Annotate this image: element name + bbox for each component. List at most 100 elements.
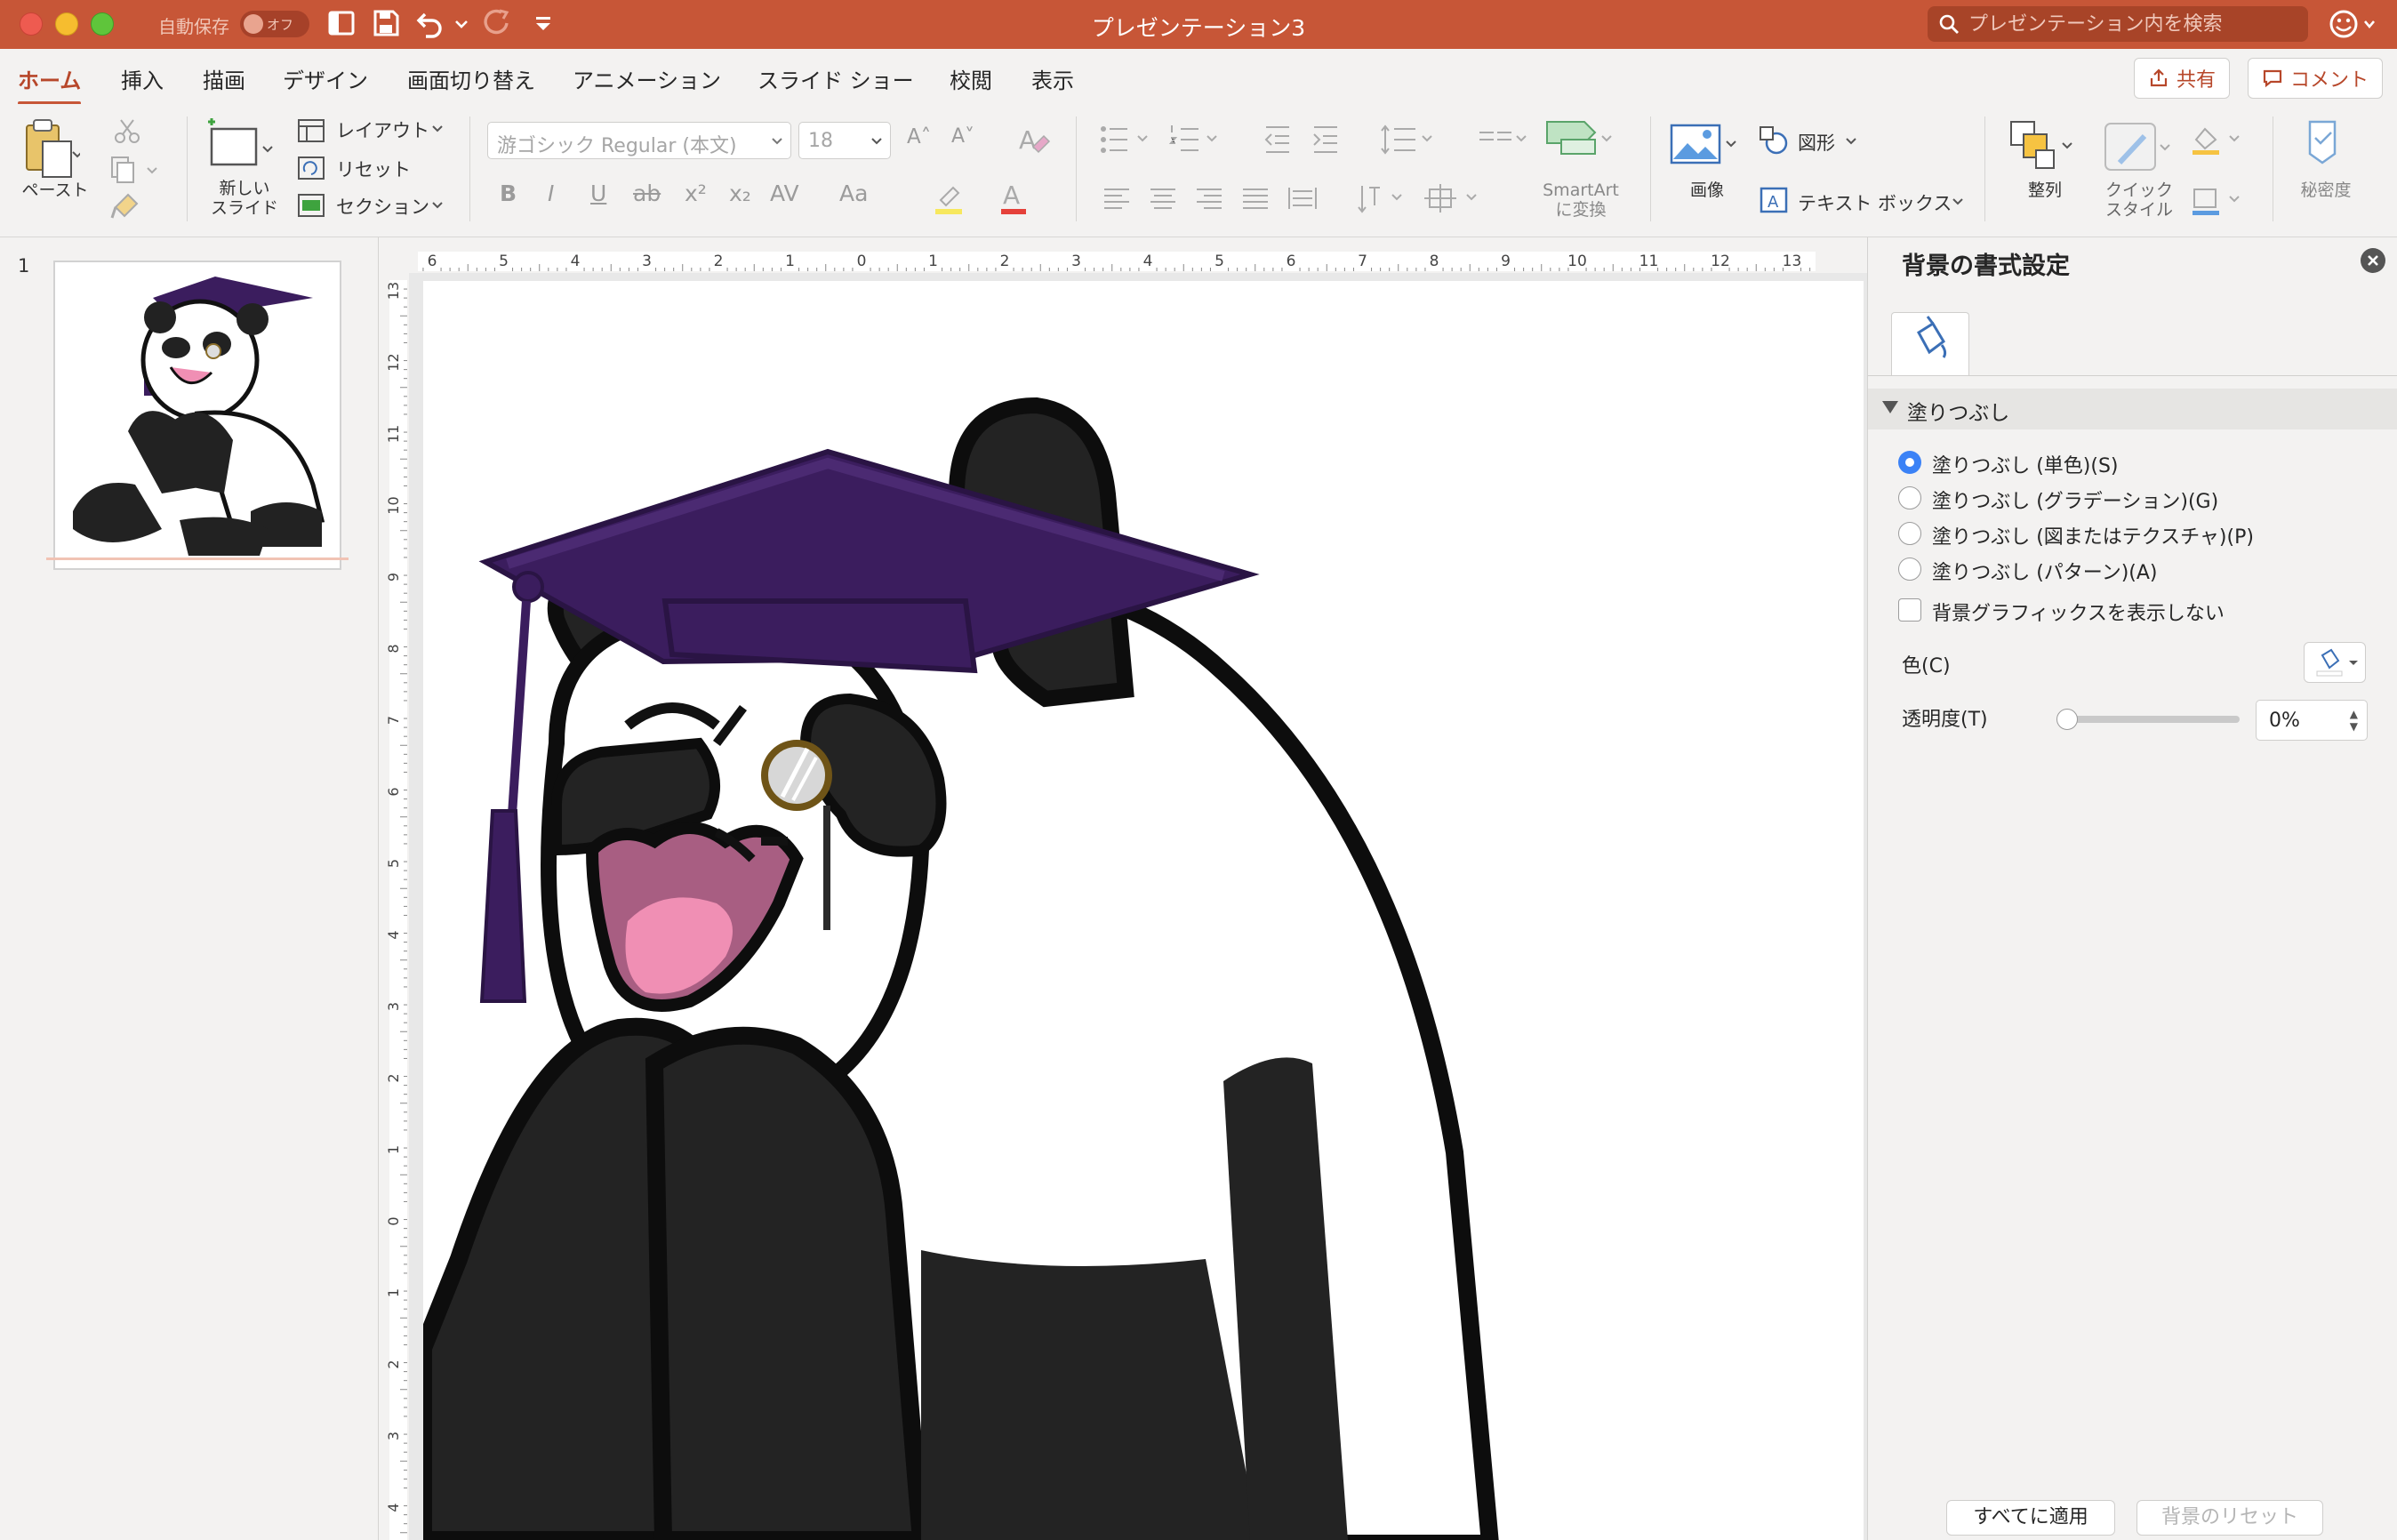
search-box[interactable] bbox=[1928, 6, 2308, 42]
fill-option-label: 塗りつぶし (パターン)(A) bbox=[1932, 562, 2158, 584]
textbox-button[interactable]: テキスト ボックス bbox=[1798, 189, 1952, 216]
subscript-icon[interactable]: x₂ bbox=[729, 180, 751, 206]
character-spacing-icon[interactable]: AV bbox=[770, 180, 799, 206]
tab-home[interactable]: ホーム bbox=[18, 63, 82, 105]
tab-view[interactable]: 表示 bbox=[1031, 63, 1074, 94]
hide-graphics-checkbox[interactable] bbox=[1898, 598, 1921, 622]
decrease-indent-icon[interactable] bbox=[1263, 124, 1293, 156]
columns-icon[interactable] bbox=[1476, 124, 1529, 156]
close-pane-button[interactable] bbox=[2361, 248, 2385, 273]
ruler-label: 1 bbox=[385, 1288, 402, 1297]
radio-solid[interactable] bbox=[1898, 451, 1921, 474]
transparency-slider[interactable] bbox=[2065, 716, 2240, 723]
font-size-combo[interactable]: 18 bbox=[798, 122, 891, 159]
tab-slideshow[interactable]: スライド ショー bbox=[758, 63, 914, 94]
ribbon-home: ペースト 新しい スライド レイアウト リセット セクション 游ゴシック Reg… bbox=[0, 104, 2397, 237]
shape-fill-icon[interactable] bbox=[2189, 124, 2246, 156]
justify-icon[interactable] bbox=[1241, 186, 1270, 211]
bullets-icon[interactable] bbox=[1099, 124, 1152, 156]
font-color-icon[interactable]: A bbox=[998, 179, 1033, 216]
layout-dropdown-icon[interactable] bbox=[430, 122, 445, 136]
search-input[interactable] bbox=[1967, 10, 2296, 38]
reset-icon[interactable] bbox=[297, 156, 325, 180]
fill-section-header[interactable]: 塗りつぶし bbox=[1868, 389, 2397, 429]
smartart-label-2: に変換 bbox=[1555, 200, 1607, 220]
line-spacing-icon[interactable] bbox=[1380, 124, 1437, 156]
align-right-icon[interactable] bbox=[1195, 186, 1223, 211]
cut-icon[interactable] bbox=[112, 118, 142, 145]
highlight-color-icon[interactable] bbox=[932, 180, 967, 216]
horizontal-ruler: 6 5 4 3 2 1 0 1 2 3 4 5 6 7 8 9 10 11 12 13 bbox=[379, 237, 1867, 273]
picture-icon[interactable] bbox=[1668, 120, 1743, 173]
reset-button[interactable]: リセット bbox=[336, 156, 411, 182]
underline-icon[interactable]: U bbox=[590, 180, 606, 206]
textbox-icon[interactable]: A bbox=[1759, 186, 1789, 214]
align-text-icon[interactable] bbox=[1423, 182, 1483, 214]
distributed-icon[interactable] bbox=[1287, 184, 1318, 213]
feedback-smiley-icon[interactable] bbox=[2326, 7, 2379, 41]
text-direction-icon[interactable] bbox=[1357, 182, 1407, 214]
transparency-stepper[interactable]: ▲ ▼ bbox=[2350, 708, 2358, 733]
italic-icon[interactable]: I bbox=[548, 180, 554, 206]
ruler-label: 3 bbox=[1071, 253, 1081, 270]
layout-button[interactable]: レイアウト bbox=[336, 116, 429, 143]
layout-icon[interactable] bbox=[297, 118, 325, 143]
radio-gradient[interactable] bbox=[1898, 486, 1921, 509]
radio-picture[interactable] bbox=[1898, 522, 1921, 545]
tab-transitions[interactable]: 画面切り替え bbox=[407, 63, 535, 94]
quick-styles-icon[interactable] bbox=[2102, 118, 2177, 177]
apply-to-all-button[interactable]: すべてに適用 bbox=[1946, 1500, 2115, 1536]
slide-1[interactable] bbox=[423, 281, 1864, 1540]
section-button[interactable]: セクション bbox=[336, 193, 429, 220]
increase-indent-icon[interactable] bbox=[1311, 124, 1341, 156]
shapes-button[interactable]: 図形 bbox=[1798, 129, 1835, 156]
strikethrough-icon[interactable]: ab bbox=[633, 180, 661, 206]
format-background-pane: 背景の書式設定 塗りつぶし 塗りつぶし (単色)(S) 塗りつぶし (グラデーシ… bbox=[1867, 237, 2397, 1540]
tab-animations[interactable]: アニメーション bbox=[573, 63, 721, 94]
ruler-label: 10 bbox=[1567, 253, 1587, 270]
reset-background-button[interactable]: 背景のリセット bbox=[2136, 1500, 2323, 1536]
tab-draw[interactable]: 描画 bbox=[203, 63, 245, 94]
shrink-font-icon[interactable]: A˅ bbox=[951, 125, 974, 148]
ruler-label: 12 bbox=[1711, 253, 1730, 270]
transparency-input[interactable]: 0% ▲ ▼ bbox=[2256, 700, 2368, 741]
shape-outline-icon[interactable] bbox=[2189, 184, 2246, 216]
ruler-label: 4 bbox=[385, 930, 402, 939]
align-left-icon[interactable] bbox=[1102, 186, 1131, 211]
comment-button[interactable]: コメント bbox=[2248, 58, 2383, 99]
clear-format-icon[interactable]: A bbox=[1017, 122, 1051, 157]
sensitivity-icon[interactable] bbox=[2297, 118, 2351, 172]
copy-icon[interactable] bbox=[108, 156, 164, 184]
section-dropdown-icon[interactable] bbox=[430, 198, 445, 213]
paste-icon[interactable] bbox=[21, 116, 80, 184]
format-painter-icon[interactable] bbox=[110, 191, 140, 221]
ruler-label: 10 bbox=[385, 496, 402, 514]
tab-design[interactable]: デザイン bbox=[283, 63, 368, 94]
comment-icon bbox=[2263, 69, 2282, 88]
ruler-label: 2 bbox=[385, 1360, 402, 1368]
grow-font-icon[interactable]: A˄ bbox=[907, 125, 931, 148]
font-name-combo[interactable]: 游ゴシック Regular (本文) bbox=[487, 122, 791, 159]
slide-thumbnail[interactable] bbox=[53, 261, 341, 570]
tab-insert[interactable]: 挿入 bbox=[121, 63, 164, 94]
bold-icon[interactable]: B bbox=[500, 180, 517, 206]
align-center-icon[interactable] bbox=[1149, 186, 1177, 211]
tab-review[interactable]: 校閲 bbox=[950, 63, 992, 94]
superscript-icon[interactable]: x² bbox=[685, 180, 707, 206]
shapes-dropdown-icon[interactable] bbox=[1844, 134, 1858, 148]
new-slide-icon[interactable] bbox=[203, 116, 283, 179]
change-case-icon[interactable]: Aa bbox=[839, 180, 868, 206]
radio-pattern[interactable] bbox=[1898, 557, 1921, 581]
color-picker-button[interactable] bbox=[2304, 642, 2366, 683]
ruler-label: 5 bbox=[1215, 253, 1224, 270]
textbox-dropdown-icon[interactable] bbox=[1951, 195, 1965, 209]
transparency-slider-knob[interactable] bbox=[2056, 709, 2078, 730]
fill-tab[interactable] bbox=[1891, 312, 1969, 376]
smartart-icon[interactable] bbox=[1545, 118, 1616, 161]
arrange-label: 整列 bbox=[2027, 180, 2062, 200]
numbering-icon[interactable] bbox=[1168, 124, 1222, 156]
section-icon[interactable] bbox=[297, 193, 325, 218]
share-button[interactable]: 共有 bbox=[2134, 58, 2230, 99]
arrange-icon[interactable] bbox=[2008, 118, 2080, 177]
shapes-icon[interactable] bbox=[1759, 125, 1789, 156]
